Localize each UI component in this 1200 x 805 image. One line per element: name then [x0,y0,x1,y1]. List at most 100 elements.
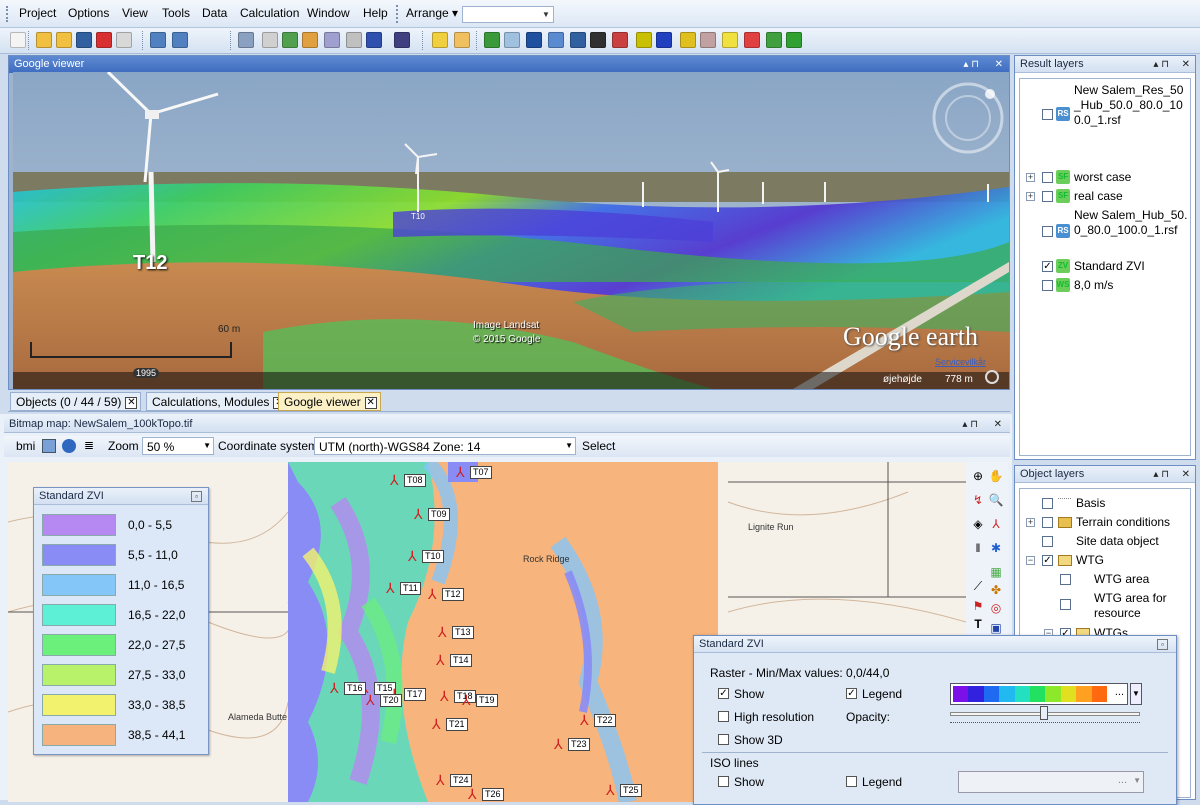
hand-icon[interactable]: ✋ [988,468,1004,484]
lines-icon[interactable] [238,32,254,48]
target-icon[interactable]: ◎ [988,600,1004,616]
pin-icon[interactable]: ▴ ⊓ [1153,466,1169,483]
color-scheme-select[interactable]: ... [950,683,1128,705]
result-item-5[interactable]: 8,0 m/s [1074,278,1113,293]
close-icon[interactable] [96,32,112,48]
result-item-3-checkbox[interactable] [1042,226,1053,237]
turbine-marker[interactable]: ⅄ [440,688,449,705]
turbine-marker[interactable]: ⅄ [438,624,447,641]
menu-calculation[interactable]: Calculation [240,6,299,20]
result-item-1-checkbox[interactable] [1042,172,1053,183]
doc-icon[interactable] [722,32,738,48]
close-icon[interactable]: ✕ [1182,56,1190,73]
obj-item-4[interactable]: WTG area [1094,572,1149,587]
close-icon[interactable]: ✕ [1182,466,1190,483]
terms-link[interactable]: Servicevilkår [935,357,986,367]
obj-item-5-checkbox[interactable] [1060,599,1071,610]
close-icon[interactable]: ✕ [125,396,138,409]
save-icon[interactable] [76,32,92,48]
show3d-checkbox[interactable] [718,734,729,745]
ruler-icon[interactable]: ⟋ [970,578,986,594]
photo-icon[interactable] [700,32,716,48]
turbine-marker[interactable]: ⅄ [606,782,615,799]
close-icon[interactable]: ✕ [364,396,377,409]
arrange-combo[interactable]: ▼ [462,6,554,23]
area-icon[interactable]: ✤ [988,582,1004,598]
layers-icon[interactable]: ≣ [84,438,94,452]
turbine-marker[interactable]: ⅄ [436,772,445,789]
weather-icon[interactable] [612,32,628,48]
map2-icon[interactable] [570,32,586,48]
wind-icon[interactable] [548,32,564,48]
turbine-marker[interactable]: ⅄ [436,652,445,669]
text-icon[interactable]: T [970,616,986,632]
turbine-marker[interactable]: ⅄ [330,680,339,697]
show-checkbox[interactable]: ✓ [718,688,729,699]
opacity-slider-thumb[interactable] [1040,706,1048,720]
result-item-2-checkbox[interactable] [1042,191,1053,202]
export-icon[interactable] [744,32,760,48]
restore-icon[interactable]: ▫ [191,491,202,502]
chevron-down-icon[interactable]: ▼ [1130,683,1142,705]
turbine-marker[interactable]: ⅄ [462,692,471,709]
search-icon[interactable] [36,32,52,48]
pin-icon[interactable]: ▴ ⊓ [963,56,979,73]
menu-tools[interactable]: Tools [162,6,190,20]
undo-icon[interactable] [150,32,166,48]
chart-icon[interactable] [432,32,448,48]
menu-help[interactable]: Help [363,6,388,20]
tab-calculations[interactable]: Calculations, Modules✕ [146,392,290,411]
menu-window[interactable]: Window [307,6,350,20]
obj-item-2[interactable]: Site data object [1076,534,1159,549]
globe-icon[interactable] [62,439,76,453]
grid-icon[interactable]: ▦ [988,564,1004,580]
gps-icon[interactable]: ◈ [970,516,986,532]
obj-item-2-checkbox[interactable] [1042,536,1053,547]
menu-view[interactable]: View [122,6,148,20]
sensor-icon[interactable]: ✱ [988,540,1004,556]
obj-item-0-checkbox[interactable] [1042,498,1053,509]
map-icon[interactable] [282,32,298,48]
turbine-marker[interactable]: ⅄ [456,464,465,481]
turbine-marker[interactable]: ⅄ [386,580,395,597]
restore-icon[interactable]: ▫ [1157,639,1168,650]
zoom-select[interactable]: 50 % ▼ [142,437,214,455]
result-item-0[interactable]: New Salem_Res_50_Hub_50.0_80.0_100.0_1.r… [1074,83,1190,128]
obj-item-5[interactable]: WTG area for resource [1094,591,1190,621]
obj-item-0[interactable]: Basis [1076,496,1105,511]
iso-color-select[interactable]: ... ▼ [958,771,1144,793]
tree-icon[interactable] [786,32,802,48]
result-item-1[interactable]: worst case [1074,170,1131,185]
turbine-marker[interactable]: ⅄ [414,506,423,523]
calc-icon[interactable] [346,32,362,48]
turbine-marker[interactable]: ⅄ [366,692,375,709]
turbine-marker[interactable]: ⅄ [432,716,441,733]
mast-icon[interactable]: ‖ [970,540,986,556]
close-icon[interactable]: ✕ [994,416,1002,433]
pin-icon[interactable]: ▴ ⊓ [962,416,978,433]
google-earth-view[interactable]: T12 T10 60 m 1995 Image Landsat © 2015 G… [13,72,1009,389]
obj-item-1[interactable]: Terrain conditions [1076,515,1170,530]
result-item-5-checkbox[interactable] [1042,280,1053,291]
expand-icon[interactable]: + [1026,518,1035,527]
iso-ellipsis-button[interactable]: ... [1118,774,1127,786]
legend-checkbox[interactable]: ✓ [846,688,857,699]
3d-icon[interactable] [302,32,318,48]
tab-google-viewer[interactable]: Google viewer ✕ [278,392,381,411]
result-item-4-checkbox[interactable]: ✓ [1042,261,1053,272]
iso-legend-checkbox[interactable] [846,776,857,787]
pin-icon[interactable]: ▴ ⊓ [1153,56,1169,73]
report-icon[interactable] [394,32,410,48]
turbine-marker[interactable]: ⅄ [580,712,589,729]
arrange-menu[interactable]: Arrange ▾ [406,6,458,20]
image-icon[interactable] [454,32,470,48]
route-icon[interactable]: ↯ [970,492,986,508]
iso-show-checkbox[interactable] [718,776,729,787]
ellipsis-button[interactable]: ... [1115,686,1124,698]
zvi-legend[interactable]: Standard ZVI ▫ 0,0 - 5,5 5,5 - 11,0 11,0 -… [33,487,209,755]
bmi-button[interactable]: bmi [16,439,35,453]
print-icon[interactable] [116,32,132,48]
pin-marker-icon[interactable]: ⚑ [970,598,986,614]
menu-data[interactable]: Data [202,6,227,20]
coord-system-select[interactable]: UTM (north)-WGS84 Zone: 14 ▼ [314,437,576,455]
